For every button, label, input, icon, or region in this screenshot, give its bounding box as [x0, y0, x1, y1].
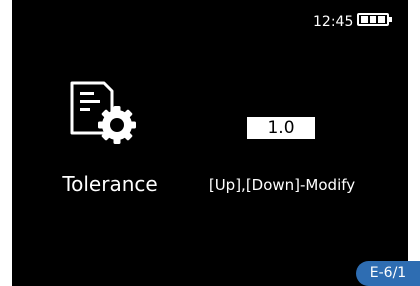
document-gear-icon — [70, 81, 136, 144]
clock: 12:45 — [313, 14, 354, 30]
setting-name: Tolerance — [62, 172, 158, 196]
modify-hint: [Up],[Down]-Modify — [208, 176, 356, 194]
device-screen: 12:45 Tolerance 1.0 [Up],[Down]-Modify — [12, 0, 408, 286]
battery-tip — [389, 17, 392, 22]
battery-icon — [357, 13, 389, 26]
page-indicator-badge: E-6/1 — [356, 261, 420, 286]
tolerance-value-field[interactable]: 1.0 — [247, 117, 315, 139]
